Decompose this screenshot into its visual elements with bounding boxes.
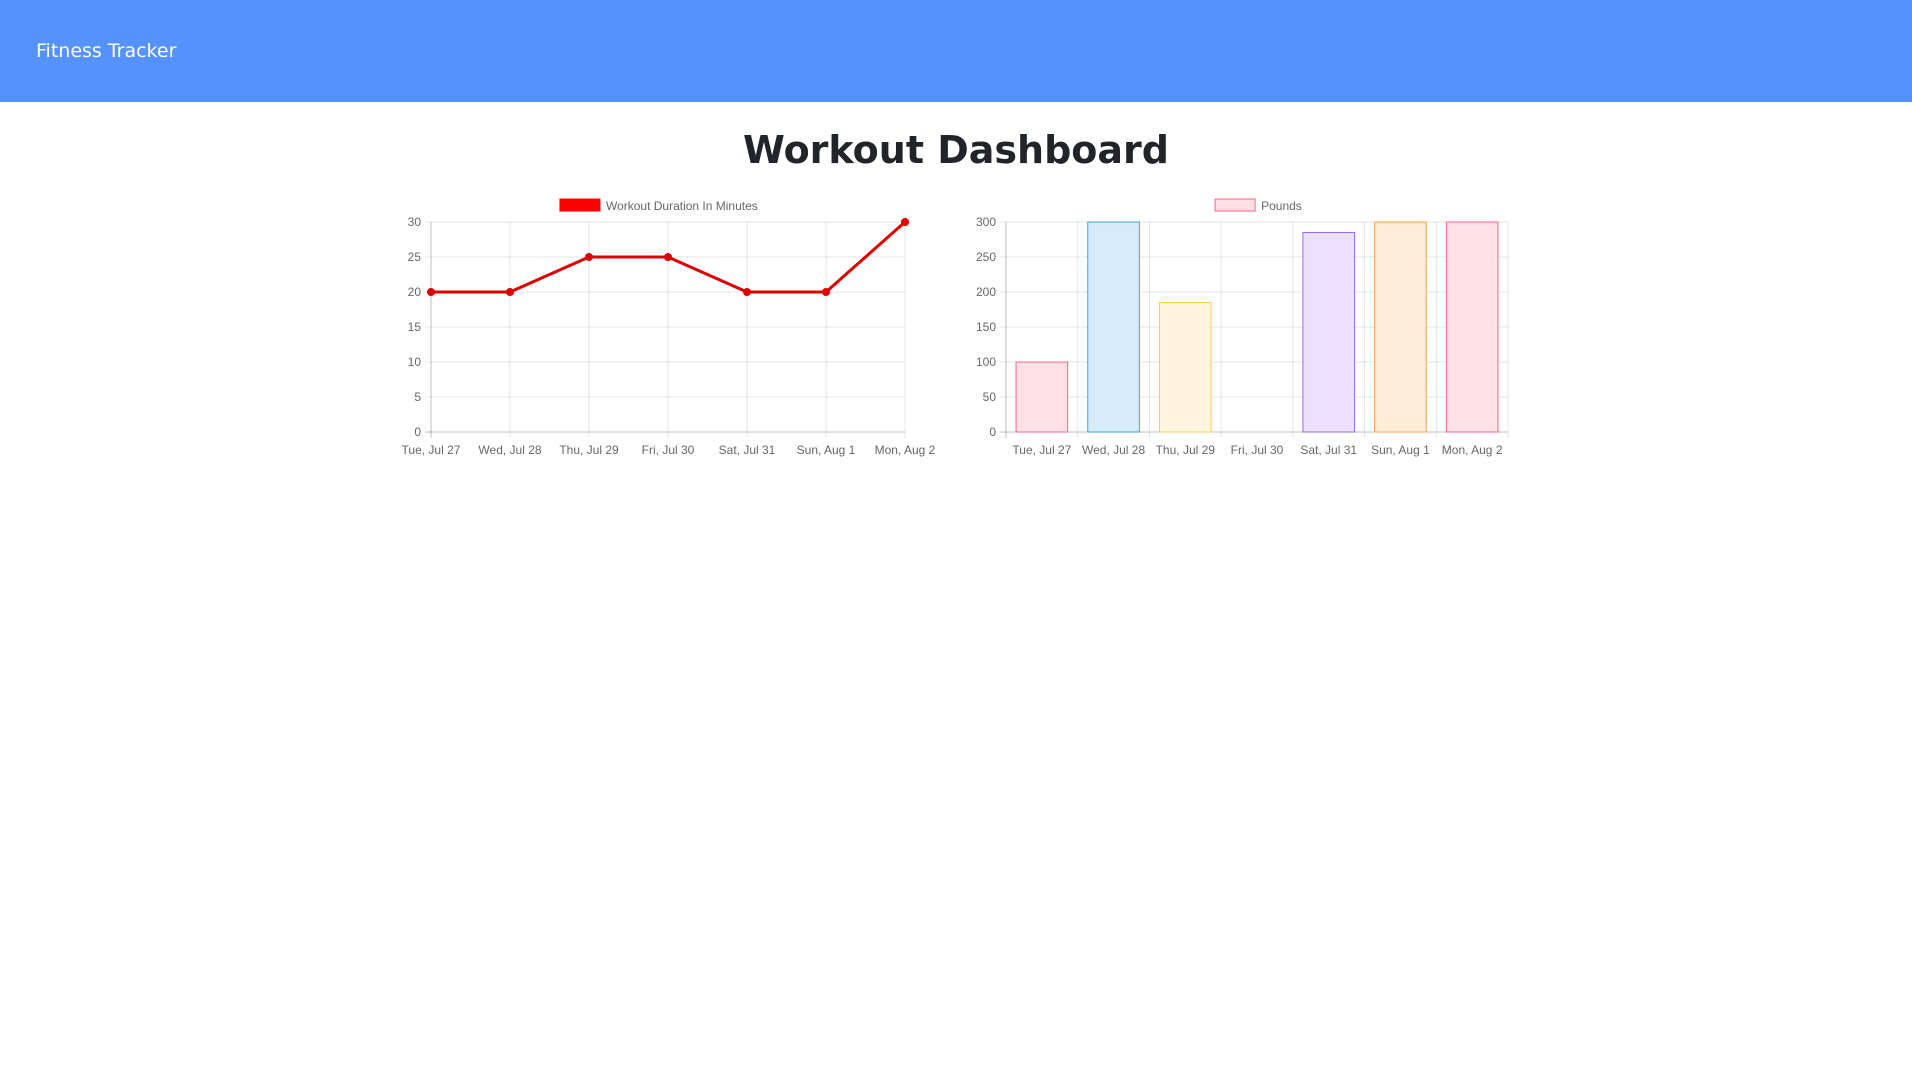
x-tick-label: Tue, Jul 27	[402, 443, 461, 457]
navbar-brand-link[interactable]: Fitness Tracker	[36, 38, 176, 64]
x-tick-label: Thu, Jul 29	[559, 443, 619, 457]
x-tick-label: Sat, Jul 31	[1300, 443, 1357, 457]
y-tick-label: 10	[408, 355, 422, 369]
data-point	[427, 288, 435, 296]
legend-label: Pounds	[1261, 199, 1302, 213]
legend-label: Workout Duration In Minutes	[606, 199, 758, 213]
x-tick-label: Fri, Jul 30	[1231, 443, 1284, 457]
y-tick-label: 250	[976, 250, 996, 264]
x-tick-label: Thu, Jul 29	[1156, 443, 1216, 457]
x-tick-label: Sun, Aug 1	[1371, 443, 1430, 457]
y-tick-label: 50	[983, 390, 997, 404]
x-tick-label: Sat, Jul 31	[719, 443, 776, 457]
y-tick-label: 0	[414, 425, 421, 439]
y-tick-label: 300	[976, 215, 996, 229]
y-tick-label: 15	[408, 320, 422, 334]
pounds-bar-chart: 0 50 100 150 200 250 300 Tue, Jul 27 Wed, Jul 28…	[976, 198, 1509, 457]
y-tick-label: 20	[408, 285, 422, 299]
y-tick-label: 200	[976, 285, 996, 299]
chart-legend: Workout Duration In Minutes	[559, 198, 758, 213]
y-tick-label: 100	[976, 355, 996, 369]
navbar: Fitness Tracker	[0, 0, 1912, 102]
bar	[1087, 221, 1140, 433]
data-point	[664, 253, 672, 261]
y-tick-label: 0	[989, 425, 996, 439]
data-point	[506, 288, 514, 296]
x-tick-label: Fri, Jul 30	[642, 443, 695, 457]
y-tick-label: 150	[976, 320, 996, 334]
bar	[1158, 302, 1212, 433]
bar	[1015, 361, 1069, 433]
bar	[1445, 221, 1499, 433]
x-tick-label: Mon, Aug 2	[1442, 443, 1503, 457]
x-tick-label: Sun, Aug 1	[797, 443, 856, 457]
page-title: Workout Dashboard	[743, 128, 1169, 172]
legend-swatch	[559, 198, 601, 212]
chart-legend: Pounds	[1214, 198, 1302, 213]
x-tick-label: Mon, Aug 2	[875, 443, 936, 457]
duration-line-chart: 0 5 10 15 20 25 30 Tue, Jul 27 Wed, Jul 28 Thu, J…	[402, 198, 936, 457]
y-tick-label: 5	[414, 390, 421, 404]
x-tick-label: Wed, Jul 28	[478, 443, 541, 457]
legend-swatch	[1214, 198, 1256, 212]
x-tick-label: Tue, Jul 27	[1012, 443, 1071, 457]
data-point	[822, 288, 830, 296]
grid-lines	[1000, 221, 1509, 438]
data-point	[901, 218, 909, 226]
data-point	[585, 253, 593, 261]
y-tick-label: 30	[408, 215, 422, 229]
y-tick-label: 25	[408, 250, 422, 264]
bar	[1374, 221, 1427, 433]
data-point	[743, 288, 751, 296]
x-tick-label: Wed, Jul 28	[1082, 443, 1145, 457]
bar	[1302, 232, 1356, 433]
